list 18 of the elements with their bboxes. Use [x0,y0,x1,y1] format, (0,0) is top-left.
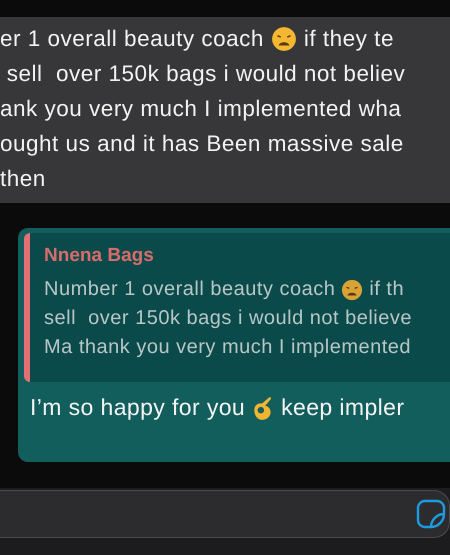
message-text: ought us and it has Been massive sale [0,130,404,156]
quoted-message[interactable]: Nnena Bags Number 1 overall beauty coach if th sell over 150k bags i would not believe Ma thank you very much I implemented [24,233,450,382]
reply-text: keep impler [281,394,404,421]
message-text: er 1 overall beauty coach [0,26,264,52]
message-input[interactable] [0,490,450,538]
quote-text: sell over 150k bags i would not believe [44,307,412,330]
quote-text: Number 1 overall beauty coach [44,278,336,301]
weary-face-icon [341,278,364,300]
weary-face-icon [270,26,297,52]
sticker-icon[interactable] [415,498,447,530]
message-text: sell over 150k bags i would not believ [6,60,406,86]
message-text: ank you very much I implemented wha [0,96,402,122]
reply-text: I’m so happy for you [30,394,246,421]
quote-author: Nnena Bags [44,245,154,267]
quote-text: if th [369,278,404,301]
message-text: if they te [304,26,394,52]
quote-text: Ma thank you very much I implemented [44,336,412,359]
message-text: then [0,166,46,192]
